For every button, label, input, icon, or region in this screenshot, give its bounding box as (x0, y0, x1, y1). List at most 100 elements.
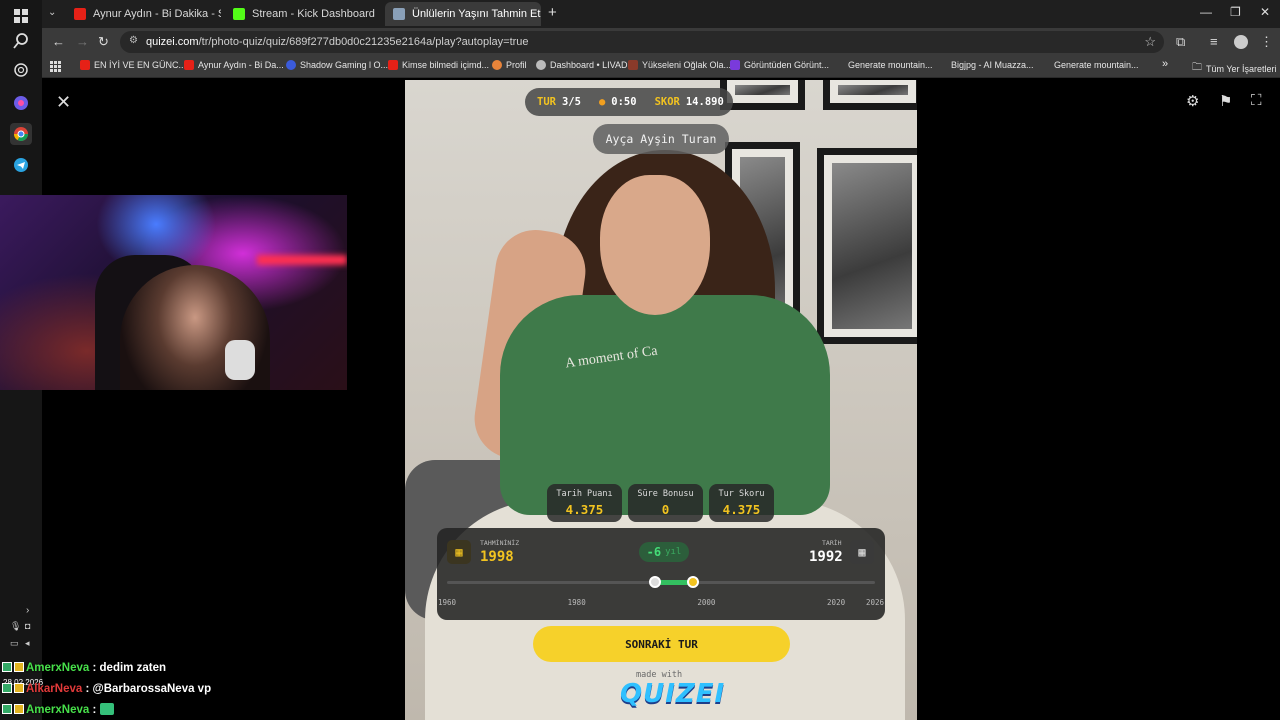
close-quiz-icon[interactable]: ✕ (56, 92, 71, 113)
youtube-icon (74, 8, 86, 20)
card-value: 4.375 (722, 502, 761, 517)
gift-badge-icon (14, 662, 24, 672)
actual-label: TARİH (822, 539, 842, 547)
slider-tick-label: 1980 (567, 598, 586, 607)
mic-icon[interactable]: 🎙 (10, 621, 21, 632)
screen-share-icon[interactable]: ▭ (10, 638, 19, 649)
bookmark-item[interactable]: Yükseleni Oğlak Ola... (628, 60, 731, 70)
quizei-icon (393, 8, 405, 20)
bookmark-item[interactable]: Aynur Aydın - Bi Da... (184, 60, 284, 70)
celebrity-name: Ayça Ayşin Turan (593, 124, 729, 154)
volume-icon[interactable]: ◂ (25, 638, 30, 649)
extensions-icon[interactable]: ⧉ (1176, 34, 1185, 50)
telegram-icon[interactable] (10, 154, 32, 176)
fullscreen-icon[interactable]: ⛶ (1251, 92, 1262, 109)
tab-search-chevron-icon[interactable]: ⌄ (48, 7, 56, 18)
apps-grid-icon[interactable] (50, 61, 61, 72)
camera-icon[interactable]: ◘ (25, 621, 30, 631)
site-info-icon[interactable]: ⚙ (129, 35, 138, 46)
bookmark-label: Shadow Gaming l O... (300, 60, 389, 70)
quizei-logo[interactable]: QUIZEI (620, 679, 725, 709)
dashboard-icon (536, 60, 546, 70)
back-icon[interactable]: ← (52, 34, 65, 49)
actual-value: 1992 (809, 549, 843, 565)
bookmark-label: Görüntüden Görünt... (744, 60, 830, 70)
chatgpt-icon[interactable] (10, 59, 32, 81)
tab-youtube[interactable]: Aynur Aydın - Bi Dakika - Si 🔊 ✕ (66, 2, 221, 26)
timer-icon: ● (598, 96, 606, 108)
score-value: 14.890 (685, 96, 724, 108)
chat-username: AmerxNeva (26, 662, 90, 674)
bookmark-item[interactable]: EN İYİ VE EN GÜNC... (80, 60, 186, 70)
bookmark-item[interactable]: Bigjpg - AI Muazza... (951, 60, 1034, 70)
screen: ⌄ Aynur Aydın - Bi Dakika - Si 🔊 ✕ Strea… (0, 0, 1280, 720)
more-bookmarks-icon[interactable]: » (1162, 58, 1168, 70)
round-label: TUR (537, 96, 556, 108)
reload-icon[interactable]: ↻ (98, 34, 109, 50)
profile-avatar-icon[interactable] (1234, 35, 1248, 49)
chat-separator: : (92, 662, 100, 674)
close-window-icon[interactable]: ✕ (1260, 5, 1270, 19)
slider-tick-label: 2026 (865, 598, 885, 607)
bookmark-item[interactable]: Kimse bilmedi içimd... (388, 60, 489, 70)
microphone (225, 340, 255, 380)
bookmark-label: Kimse bilmedi içimd... (402, 60, 490, 70)
ai-app-icon[interactable] (10, 92, 32, 114)
wall-frame (817, 148, 917, 344)
all-bookmarks-folder[interactable]: 🗀 Tüm Yer İşaretleri (1192, 60, 1277, 77)
calendar-icon: ▦ (850, 540, 874, 564)
folder-icon: 🗀 (1192, 62, 1202, 73)
bookmark-item[interactable]: Profil (492, 60, 527, 70)
url-host: quizei.com (146, 36, 199, 48)
actual-year-marker (648, 576, 661, 588)
subscriber-badge-icon (2, 683, 12, 693)
bookmark-label: Profil (506, 60, 527, 70)
chat-message: AmerxNeva : (2, 703, 114, 716)
close-tab-icon[interactable]: ✕ (375, 7, 382, 21)
chrome-icon[interactable] (10, 123, 32, 145)
guess-label: TAHMİNİNİZ (480, 539, 520, 547)
bookmark-item[interactable]: Generate mountain... (1054, 60, 1139, 70)
bookmark-item[interactable]: Görüntüden Görünt... (730, 60, 829, 70)
celebrity-photo: A moment of Ca (405, 80, 917, 720)
windows-start-icon[interactable] (10, 5, 32, 27)
tab-kick[interactable]: Stream - Kick Dashboard ✕ (225, 2, 381, 26)
round-value: 3/5 (561, 96, 581, 108)
neon-light (257, 255, 347, 265)
expand-chevron-icon[interactable]: › (26, 605, 29, 616)
difference-unit: yıl (665, 547, 682, 557)
address-bar[interactable]: ⚙ quizei.com/tr/photo-quiz/quiz/689f277d… (120, 31, 1164, 53)
chat-text: @BarbarossaNeva vp (92, 683, 212, 695)
guess-year-handle[interactable] (687, 576, 700, 588)
report-flag-icon[interactable]: ⚑ (1219, 92, 1232, 110)
streamer-webcam (0, 195, 347, 390)
bookmark-item[interactable]: Generate mountain... (848, 60, 933, 70)
next-round-button[interactable]: SONRAKİ TUR (533, 626, 790, 662)
difference-value: -6 (646, 545, 662, 559)
settings-gear-icon[interactable]: ⚙ (1186, 92, 1199, 110)
gift-badge-icon (14, 704, 24, 714)
card-label: Tur Skoru (718, 489, 765, 499)
bookmark-label: Generate mountain... (1054, 60, 1139, 70)
bookmark-item[interactable]: Dashboard • LIVAD (536, 60, 628, 70)
forward-icon[interactable]: → (76, 34, 89, 49)
bookmark-label: Dashboard • LIVAD (550, 60, 628, 70)
bookmark-label: Yükseleni Oğlak Ola... (642, 60, 732, 70)
chat-username: AlkarNeva (26, 683, 83, 695)
search-icon[interactable] (10, 30, 32, 52)
bookmark-item[interactable]: Shadow Gaming l O... (286, 60, 388, 70)
restore-icon[interactable]: ❐ (1230, 5, 1241, 19)
card-label: Süre Bonusu (637, 489, 694, 499)
minimize-icon[interactable]: — (1200, 5, 1212, 19)
chat-message: AmerxNeva : dedim zaten (2, 662, 166, 674)
person-face (600, 175, 710, 315)
guess-value: 1998 (480, 549, 514, 565)
bookmark-star-icon[interactable]: ☆ (1144, 34, 1156, 50)
menu-kebab-icon[interactable]: ⋮ (1260, 34, 1273, 50)
tab-quizei[interactable]: Ünlülerin Yaşını Tahmin Et! - Qu ✕ (385, 2, 541, 26)
image-tool-icon (730, 60, 740, 70)
media-controls-icon[interactable]: ≡ (1210, 34, 1218, 49)
new-tab-button[interactable]: + (548, 4, 557, 21)
wall-frame (720, 80, 805, 110)
youtube-icon (184, 60, 194, 70)
